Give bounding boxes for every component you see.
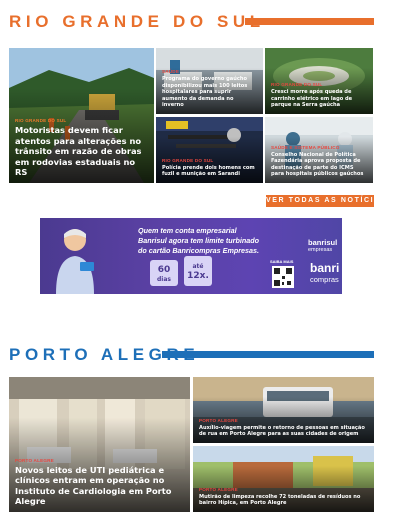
qr-code[interactable] — [272, 266, 294, 288]
rs-news-card[interactable]: RIO GRANDE DO SUL Cresci morre após qued… — [265, 48, 373, 114]
card-kicker: RIO GRANDE DO SUL — [162, 157, 214, 163]
rs-section-title: RIO GRANDE DO SUL — [9, 12, 265, 31]
card-headline[interactable]: Polícia prende dois homens com fuzil e m… — [162, 165, 257, 178]
rs-section-rule — [245, 18, 374, 25]
poa-section-rule — [162, 351, 374, 358]
card-kicker: SAÚDE E SISTEMA PÚBLICO — [271, 144, 340, 150]
card-headline[interactable]: Cresci morre após queda de carrinho elét… — [271, 89, 367, 109]
rs-section-header: RIO GRANDE DO SUL — [0, 10, 417, 34]
banner-line-1: Quem tem conta empresarial — [138, 226, 237, 235]
card-headline[interactable]: Mutirão de limpeza recolhe 72 toneladas … — [199, 494, 368, 507]
poa-news-card[interactable]: PORTO ALEGRE Auxílio-viagem permite o re… — [193, 377, 374, 443]
banrisul-ad-banner[interactable]: Quem tem conta empresarial Banrisul agor… — [40, 218, 342, 294]
card-headline[interactable]: Programa do governo gaúcho disponibilizo… — [162, 76, 257, 109]
rs-news-card[interactable]: SAÚDE Programa do governo gaúcho disponi… — [156, 48, 263, 114]
banner-line-3: do cartão Banricompras Empresas. — [138, 246, 260, 255]
poa-news-card[interactable]: PORTO ALEGRE Mutirão de limpeza recolhe … — [193, 446, 374, 512]
card-kicker: PORTO ALEGRE — [15, 457, 54, 463]
poa-section-header: PORTO ALEGRE — [0, 343, 417, 367]
man-with-card-illustration — [56, 229, 94, 294]
poa-featured-card[interactable]: PORTO ALEGRE Novos leitos de UTI pediátr… — [9, 377, 190, 512]
card-headline[interactable]: Conselho Nacional de Política Fazendária… — [271, 152, 367, 178]
card-headline[interactable]: Motoristas devem ficar atentos para alte… — [15, 125, 148, 178]
card-kicker: PORTO ALEGRE — [199, 486, 238, 492]
rs-featured-card[interactable]: RIO GRANDE DO SUL Motoristas devem ficar… — [9, 48, 154, 183]
card-kicker: RIO GRANDE DO SUL — [271, 82, 323, 88]
qr-label: SAIBA MAIS — [270, 259, 294, 264]
card-kicker: PORTO ALEGRE — [199, 417, 238, 423]
shopping-bag-icon: 60 dias — [150, 260, 178, 286]
rs-news-card[interactable]: RIO GRANDE DO SUL Polícia prende dois ho… — [156, 117, 263, 183]
card-headline[interactable]: Auxílio-viagem permite o retorno de pess… — [199, 425, 368, 438]
see-all-news-button[interactable]: VER TODAS AS NOTÍCIAS — [266, 195, 386, 207]
banner-line-2: Banrisul agora tem limite turbinado — [138, 236, 260, 245]
shopping-bag-icon: até 12x. — [184, 256, 212, 286]
card-kicker: SAÚDE — [162, 69, 180, 75]
card-kicker: RIO GRANDE DO SUL — [15, 117, 67, 123]
rs-news-card[interactable]: SAÚDE E SISTEMA PÚBLICO Conselho Naciona… — [265, 117, 373, 183]
card-headline[interactable]: Novos leitos de UTI pediátrica e clínico… — [15, 465, 184, 507]
